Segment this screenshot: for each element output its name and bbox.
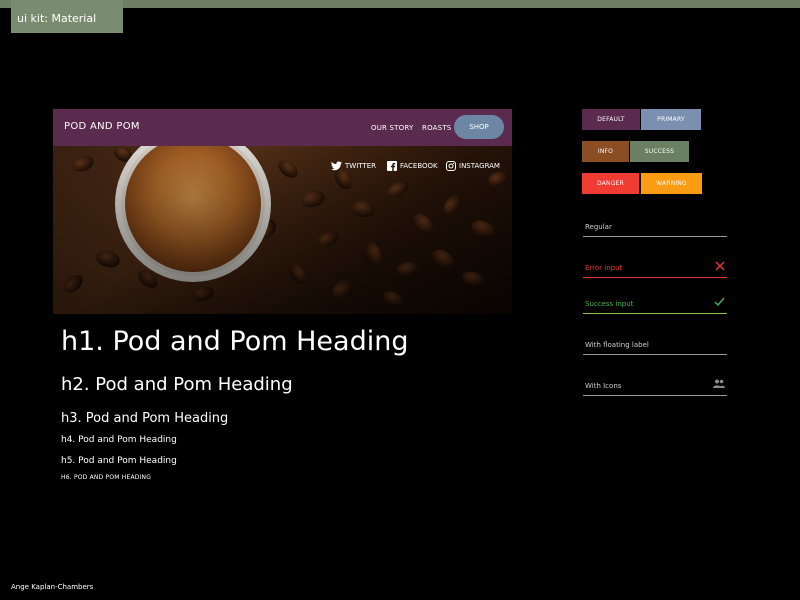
primary-button[interactable]: PRIMARY <box>641 109 701 130</box>
heading-h2: h2. Pod and Pom Heading <box>61 374 293 395</box>
regular-input[interactable]: Regular <box>583 219 727 237</box>
facebook-label: FACEBOOK <box>400 162 438 170</box>
warning-button[interactable]: WARNING <box>641 173 702 194</box>
brand-name[interactable]: POD AND POM <box>64 121 140 132</box>
success-input[interactable]: Success input <box>583 296 727 314</box>
check-icon <box>714 297 725 307</box>
error-input[interactable]: Error input <box>583 260 727 278</box>
default-button[interactable]: DEFAULT <box>582 109 640 130</box>
heading-h5: h5. Pod and Pom Heading <box>61 456 177 466</box>
twitter-icon <box>331 161 342 171</box>
heading-h4: h4. Pod and Pom Heading <box>61 435 177 445</box>
navbar: POD AND POM OUR STORY ROASTS SHOP <box>53 109 512 146</box>
success-input-label: Success input <box>585 300 634 308</box>
floating-label-text: With floating label <box>585 341 649 349</box>
regular-input-label: Regular <box>585 223 612 231</box>
kit-tag: ui kit: Material <box>11 0 123 33</box>
social-instagram[interactable]: INSTAGRAM <box>446 161 500 171</box>
hero-card: POD AND POM OUR STORY ROASTS SHOP TWITTE… <box>53 109 512 314</box>
facebook-icon <box>387 161 397 171</box>
twitter-label: TWITTER <box>345 162 376 170</box>
nav-link-our-story[interactable]: OUR STORY <box>371 124 413 132</box>
heading-h1: h1. Pod and Pom Heading <box>61 326 409 357</box>
instagram-label: INSTAGRAM <box>459 162 500 170</box>
social-twitter[interactable]: TWITTER <box>331 161 376 171</box>
info-button[interactable]: INFO <box>582 141 629 162</box>
social-facebook[interactable]: FACEBOOK <box>387 161 438 171</box>
error-input-label: Error input <box>585 264 623 272</box>
instagram-icon <box>446 161 456 171</box>
danger-button[interactable]: DANGER <box>582 173 639 194</box>
nav-link-roasts[interactable]: ROASTS <box>422 124 451 132</box>
icons-input[interactable]: With Icons <box>583 378 727 396</box>
close-icon <box>715 261 725 271</box>
icons-input-label: With Icons <box>585 382 622 390</box>
heading-h3: h3. Pod and Pom Heading <box>61 411 229 426</box>
floating-label-input[interactable]: With floating label <box>583 337 727 355</box>
heading-h6: H6. POD AND POM HEADING <box>61 474 152 481</box>
success-button[interactable]: SUCCESS <box>630 141 689 162</box>
author-credit: Ange Kaplan-Chambers <box>11 583 94 591</box>
people-icon <box>713 379 725 388</box>
shop-button[interactable]: SHOP <box>454 115 504 139</box>
